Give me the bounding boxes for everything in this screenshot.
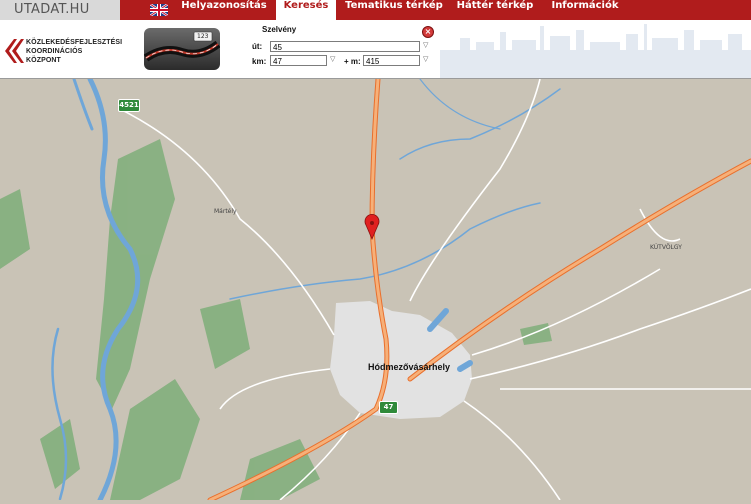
header-panel: KÖZLEKEDÉSFEJLESZTÉSI KOORDINÁCIÓS KÖZPO… [0,20,751,79]
map-canvas[interactable] [0,76,751,503]
road-thumbnail: 123 [143,28,221,70]
km-dropdown-icon[interactable]: ▽ [330,55,335,63]
km-input[interactable]: 47 [270,55,327,66]
close-icon[interactable]: × [422,26,434,38]
km-label: km: [252,57,267,66]
road-input[interactable]: 45 [270,41,420,52]
road-shield-4521: 4521 [118,99,140,112]
meter-dropdown-icon[interactable]: ▽ [423,55,428,63]
logo-line-3: KÖZPONT [26,57,61,64]
logo-line-1: KÖZLEKEDÉSFEJLESZTÉSI [26,39,123,46]
city-label: Hódmezővásárhely [368,362,451,372]
nav-tab-tematikus-terkep[interactable]: Tematikus térkép [340,0,448,20]
nav-tab-informaciok[interactable]: Információk [544,0,626,20]
nav-tab-helyazonositas[interactable]: Helyazonosítás [176,0,272,20]
search-form-title: Szelvény [262,25,297,34]
place-label-kutvolgy: KÚTVÖLGY [650,244,682,251]
road-dropdown-icon[interactable]: ▽ [423,41,428,49]
kkk-logo-mark-icon [5,39,24,63]
nav-tab-hatter-terkep[interactable]: Háttér térkép [452,0,538,20]
top-navigation-bar: UTADAT.HU Helyazonosítás Keresés Tematik… [0,0,751,20]
road-label: út: [252,42,263,51]
meter-label: + m: [344,57,361,66]
uk-flag-icon[interactable] [150,4,168,16]
logo-line-2: KOORDINÁCIÓS [26,48,83,55]
kkk-logo[interactable]: KÖZLEKEDÉSFEJLESZTÉSI KOORDINÁCIÓS KÖZPO… [2,32,132,70]
nav-tab-kereses[interactable]: Keresés [276,0,336,20]
map-view[interactable]: Mártély KÚTVÖLGY Hódmezővásárhely 4521 4… [0,76,751,503]
place-label-martely: Mártély [214,208,237,215]
road-illustration-icon [143,31,221,62]
meter-input[interactable]: 415 [363,55,420,66]
thumbnail-badge: 123 [197,33,209,40]
site-title[interactable]: UTADAT.HU [0,0,120,20]
road-shield-47: 47 [379,401,398,414]
